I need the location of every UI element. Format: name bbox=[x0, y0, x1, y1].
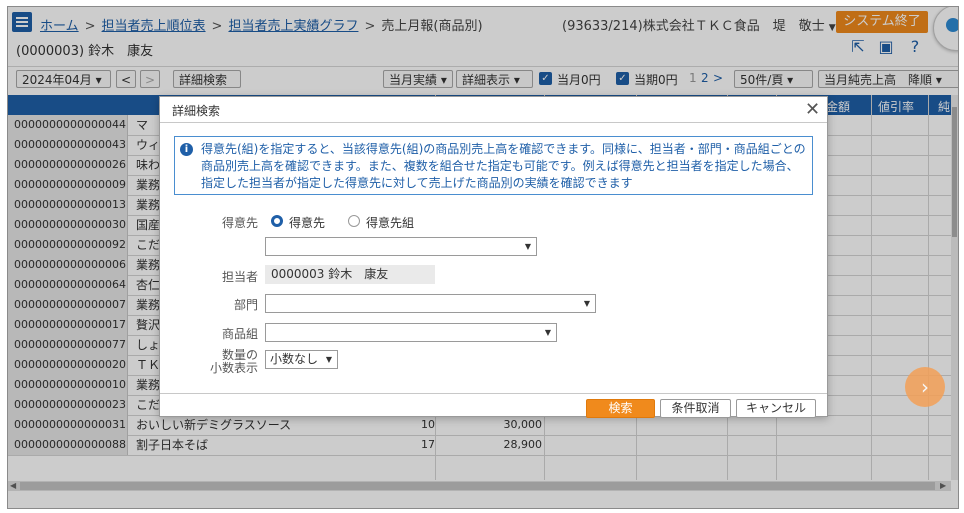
radio-customer-group[interactable] bbox=[348, 215, 360, 227]
qty-decimal-select[interactable]: 小数なし ▼ bbox=[265, 350, 338, 369]
close-icon[interactable]: ✕ bbox=[805, 99, 820, 120]
divider bbox=[160, 122, 827, 123]
product-group-select[interactable]: ▼ bbox=[265, 323, 557, 342]
detail-search-dialog: 詳細検索 ✕ i 得意先(組)を指定すると、当該得意先(組)の商品別売上高を確認… bbox=[159, 96, 828, 418]
info-box: i 得意先(組)を指定すると、当該得意先(組)の商品別売上高を確認できます。同様… bbox=[174, 136, 813, 195]
qty-decimal-value: 小数なし bbox=[270, 352, 319, 366]
staff-label: 担当者 bbox=[221, 270, 258, 284]
divider bbox=[160, 393, 827, 394]
dept-select[interactable]: ▼ bbox=[265, 294, 596, 313]
search-button[interactable]: 検索 bbox=[586, 399, 655, 418]
clear-conditions-button[interactable]: 条件取消 bbox=[660, 399, 731, 418]
qty-decimal-label: 数量の 小数表示 bbox=[198, 349, 258, 375]
dialog-title: 詳細検索 bbox=[172, 104, 221, 118]
chevron-down-icon: ▼ bbox=[583, 299, 590, 308]
product-group-label: 商品組 bbox=[221, 327, 258, 341]
customer-label: 得意先 bbox=[221, 216, 258, 230]
chevron-down-icon: ▼ bbox=[325, 355, 332, 364]
info-icon: i bbox=[180, 143, 193, 156]
customer-select[interactable]: ▼ bbox=[265, 237, 537, 256]
staff-value: 0000003 鈴木 康友 bbox=[265, 265, 435, 284]
info-text: 得意先(組)を指定すると、当該得意先(組)の商品別売上高を確認できます。同様に、… bbox=[201, 142, 806, 190]
radio-customer-label: 得意先 bbox=[289, 216, 326, 230]
next-arrow-icon[interactable]: › bbox=[905, 367, 945, 407]
dept-label: 部門 bbox=[233, 298, 258, 312]
radio-customer-group-label: 得意先組 bbox=[366, 216, 415, 230]
app-window: ホーム > 担当者売上順位表 > 担当者売上実績グラフ > 売上月報(商品別) (93633… bbox=[7, 6, 959, 509]
radio-customer[interactable] bbox=[271, 215, 283, 227]
chevron-down-icon: ▼ bbox=[544, 328, 551, 337]
qty-decimal-label-line2: 小数表示 bbox=[209, 361, 258, 375]
chevron-down-icon: ▼ bbox=[524, 242, 531, 251]
cancel-button[interactable]: キャンセル bbox=[736, 399, 816, 418]
